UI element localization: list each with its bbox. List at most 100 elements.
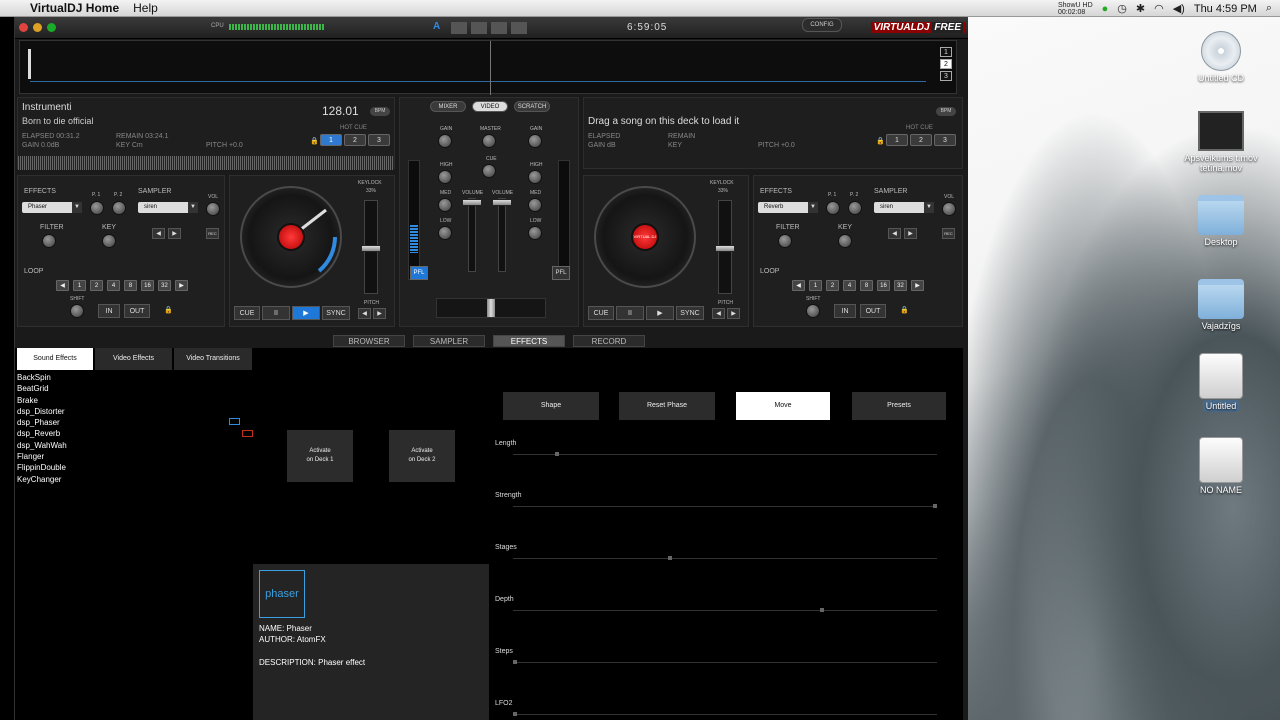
deck2-loop-8-button[interactable]: 8 [860,280,873,291]
tab-browser[interactable]: BROWSER [333,335,405,347]
deck1-high-knob[interactable] [438,170,452,184]
cue-mix-knob[interactable] [482,164,496,178]
deck1-sampler-prev-button[interactable]: ◀ [152,228,165,239]
deck2-loop-half-button[interactable]: ◀ [792,280,805,291]
deck2-loop-32-button[interactable]: 32 [894,280,907,291]
deck1-p1-knob[interactable] [90,201,104,215]
subtab-sound-effects[interactable]: Sound Effects [17,348,93,370]
deck1-loop-in-button[interactable]: IN [98,304,120,318]
move-button[interactable]: Move [736,392,830,420]
deck2-pitch-slider[interactable] [715,200,735,294]
slider-lfo2[interactable] [513,712,937,716]
slider-depth[interactable] [513,608,937,612]
menu-app-name[interactable]: VirtualDJ Home [30,1,119,15]
tab-effects[interactable]: EFFECTS [493,335,565,347]
slider-length-handle[interactable] [555,452,559,456]
slider-strength-handle[interactable] [933,504,937,508]
deck1-mini-waveform[interactable] [18,156,394,170]
list-item[interactable]: Brake [17,395,67,406]
slider-stages[interactable] [513,556,937,560]
desktop-icon-movie[interactable]: Apsveikums t.mov tetīna.mov [1181,111,1261,173]
slider-depth-handle[interactable] [819,608,824,612]
deck2-volume-fader[interactable] [492,198,512,272]
deck1-jog-wheel[interactable] [240,186,342,288]
slider-length[interactable] [513,452,937,456]
deck1-effect-select[interactable]: Phaser ▼ [22,202,82,213]
deck2-loop-out-button[interactable]: OUT [860,304,886,318]
deck2-loop-16-button[interactable]: 16 [877,280,890,291]
deck1-loop-half-button[interactable]: ◀ [56,280,69,291]
desktop-icon-desktop-folder[interactable]: Desktop [1181,195,1261,247]
deck2-play-button[interactable]: ▶ [646,306,674,320]
deck1-med-knob[interactable] [438,198,452,212]
activate-deck2-button[interactable]: Activate on Deck 2 [389,430,455,482]
deck2-loop-4-button[interactable]: 4 [843,280,856,291]
reset-phase-button[interactable]: Reset Phase [619,392,715,420]
deck2-jog-wheel[interactable]: VIRTUAL DJ [594,186,696,288]
deck2-med-knob[interactable] [528,198,542,212]
deck1-loop-32-button[interactable]: 32 [158,280,171,291]
deck2-hotcue-3[interactable]: 3 [934,134,956,146]
deck2-gain-knob[interactable] [528,134,542,148]
tab-mixer[interactable]: MIXER [430,101,466,112]
deck1-hotcue-2[interactable]: 2 [344,134,366,146]
deck1-play-button[interactable]: ▶ [292,306,320,320]
deck2-volume-handle[interactable] [492,199,512,206]
subtab-video-transitions[interactable]: Video Transitions [174,348,252,370]
deck1-slot-indicator[interactable] [229,418,240,425]
deck1-hotcue-1[interactable]: 1 [320,134,342,146]
deck2-p2-knob[interactable] [848,201,862,215]
deck1-loop-8-button[interactable]: 8 [124,280,137,291]
deck2-slot-indicator[interactable] [242,430,253,437]
deck2-sampler-prev-button[interactable]: ◀ [888,228,901,239]
deck1-low-knob[interactable] [438,226,452,240]
deck1-loop-1-button[interactable]: 1 [73,280,86,291]
list-item[interactable]: FlippinDouble [17,462,67,473]
slider-lfo2-handle[interactable] [513,712,517,716]
showu-status[interactable]: ShowU HD 00:02:08 [1058,2,1093,16]
deck2-sampler-select[interactable]: siren ▼ [874,202,934,213]
minimize-window-button[interactable] [33,23,42,32]
volume-icon[interactable]: ◀) [1173,2,1185,15]
wave-view-3-button[interactable]: 3 [940,71,952,81]
deck1-loop-2-button[interactable]: 2 [90,280,103,291]
deck1-bpm-button[interactable]: BPM [370,107,390,116]
subtab-video-effects[interactable]: Video Effects [95,348,172,370]
deck1-pitch-down-button[interactable]: ◀ [358,308,371,319]
deck2-p1-knob[interactable] [826,201,840,215]
deck1-p2-knob[interactable] [112,201,126,215]
crossfader[interactable] [436,298,546,318]
list-item[interactable]: dsp_Reverb [17,428,67,439]
list-item[interactable]: KeyChanger [17,474,67,485]
list-item[interactable]: Flanger [17,451,67,462]
wifi-icon[interactable]: ◠ [1154,2,1164,15]
deck1-pause-button[interactable]: II [262,306,290,320]
tab-scratch[interactable]: SCRATCH [514,101,550,112]
time-machine-icon[interactable]: ◷ [1117,2,1127,15]
deck1-gain-knob[interactable] [438,134,452,148]
deck1-filter-knob[interactable] [42,234,56,248]
deck2-shift-knob[interactable] [806,304,820,318]
deck2-cue-button[interactable]: CUE [588,306,614,320]
deck1-loop-16-button[interactable]: 16 [141,280,154,291]
deck1-pfl-button[interactable]: PFL [410,266,428,280]
close-window-button[interactable] [19,23,28,32]
deck1-volume-fader[interactable] [462,198,482,272]
presets-button[interactable]: Presets [852,392,946,420]
deck1-cue-button[interactable]: CUE [234,306,260,320]
deck2-pause-button[interactable]: II [616,306,644,320]
deck2-hotcue-1[interactable]: 1 [886,134,908,146]
auto-icon[interactable]: A [433,21,440,32]
slider-steps[interactable] [513,660,937,664]
record-status-icon[interactable]: ● [1102,3,1109,15]
list-item[interactable]: dsp_Phaser [17,417,67,428]
deck1-loop-4-button[interactable]: 4 [107,280,120,291]
deck1-sampler-next-button[interactable]: ▶ [168,228,181,239]
menu-help[interactable]: Help [133,1,158,15]
master-knob[interactable] [482,134,496,148]
desktop-icon-vajadzigs-folder[interactable]: Vajadzīgs [1181,279,1261,331]
desktop-icon-no-name-drive[interactable]: NO NAME [1181,437,1261,495]
spotlight-search-icon[interactable]: ⌕ [1266,2,1272,15]
deck2-loop-double-button[interactable]: ▶ [911,280,924,291]
layout-selector[interactable] [451,22,531,34]
